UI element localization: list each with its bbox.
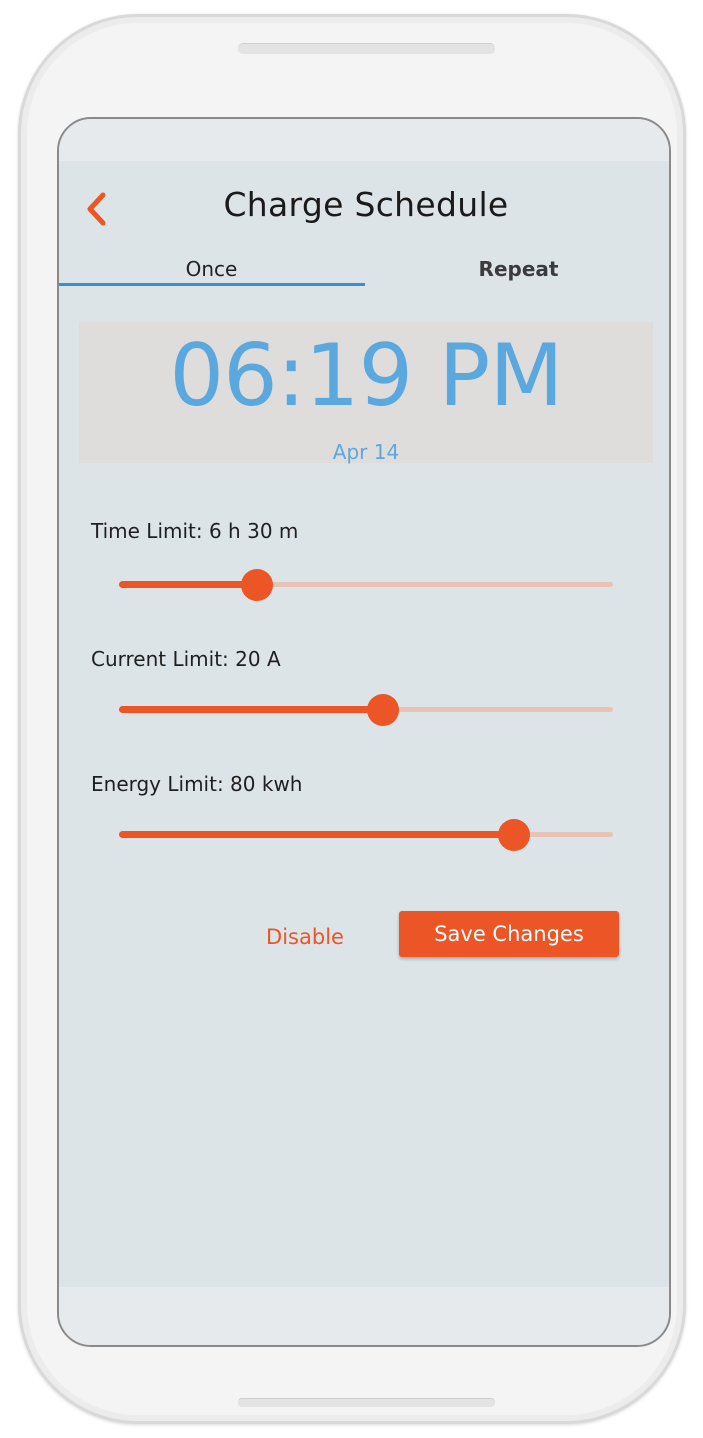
navigation-bar	[59, 1287, 669, 1345]
slider-thumb[interactable]	[498, 819, 531, 851]
app-screen: Charge Schedule Once Repeat 06:19 PM Apr…	[57, 117, 671, 1347]
time-limit-slider[interactable]	[119, 569, 613, 601]
bottom-speaker	[238, 1398, 495, 1407]
save-changes-button[interactable]: Save Changes	[399, 911, 619, 957]
current-limit-slider[interactable]	[119, 694, 613, 726]
status-bar	[59, 119, 669, 161]
slider-thumb[interactable]	[241, 569, 274, 601]
energy-limit-slider[interactable]	[119, 819, 613, 851]
active-tab-indicator	[59, 283, 365, 286]
top-speaker	[238, 43, 495, 54]
current-limit-label: Current Limit: 20 A	[91, 647, 281, 671]
energy-limit-label: Energy Limit: 80 kwh	[91, 772, 303, 796]
tab-repeat[interactable]: Repeat	[364, 257, 669, 281]
slider-fill	[119, 831, 515, 838]
slider-fill	[119, 706, 384, 713]
page-title: Charge Schedule	[223, 185, 509, 224]
scheduled-date: Apr 14	[332, 440, 400, 464]
time-limit-label: Time Limit: 6 h 30 m	[91, 519, 299, 543]
disable-button[interactable]: Disable	[255, 917, 355, 957]
time-picker[interactable]: 06:19 PM Apr 14	[79, 322, 653, 464]
scheduled-time: 06:19 PM	[169, 326, 563, 426]
slider-thumb[interactable]	[367, 694, 400, 726]
slider-fill	[119, 581, 258, 588]
tab-once[interactable]: Once	[59, 257, 364, 281]
